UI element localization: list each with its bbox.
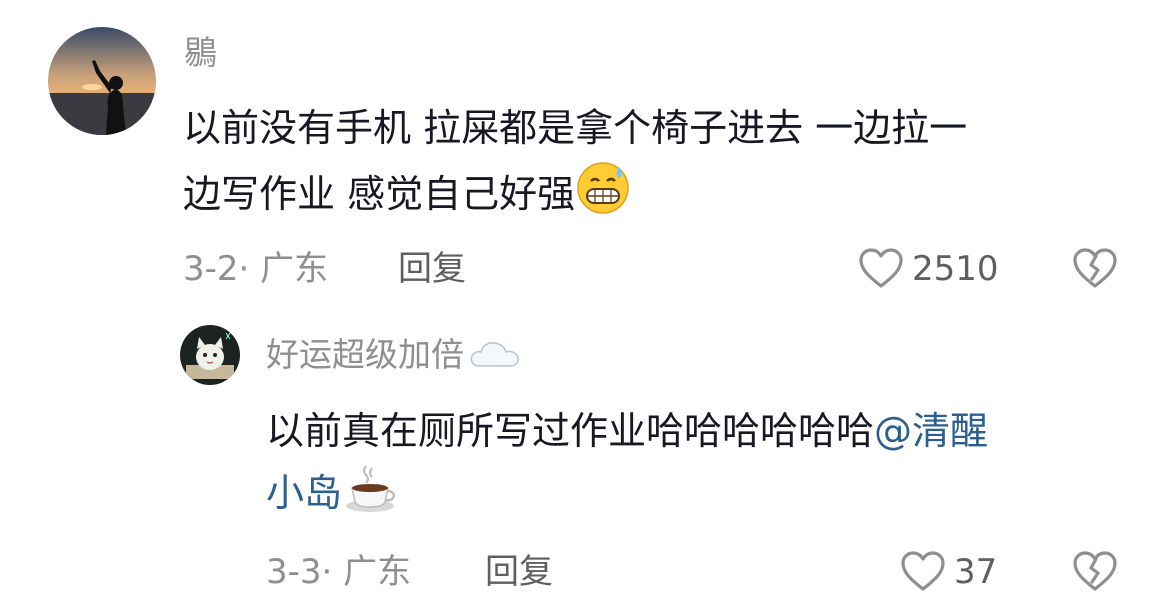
comment-text-line: 以前真在厕所写过作业哈哈哈哈哈哈 [266, 409, 875, 453]
hot-coffee-icon [342, 462, 398, 532]
like-button[interactable]: 2510 [858, 247, 999, 291]
cloud-icon [468, 338, 522, 379]
comment-username-text[interactable]: 好运超级加倍 [266, 335, 464, 374]
comment-text-line: 边写作业 感觉自己好强 [183, 172, 576, 216]
like-count: 37 [954, 552, 998, 592]
mention-link[interactable]: @清醒 [874, 409, 988, 453]
reply-button[interactable]: 回复 [485, 552, 553, 592]
comment-text: 以前真在厕所写过作业哈哈哈哈哈哈@清醒 小岛 [266, 400, 1146, 532]
dislike-button[interactable] [1072, 247, 1118, 291]
comment-username[interactable]: 鶍 [184, 33, 217, 73]
comment-text-line: 以前没有手机 拉屎都是拿个椅子进去 一边拉一 [183, 106, 968, 150]
comment-date-location: 3-3· 广东 [266, 552, 412, 592]
broken-heart-icon [1072, 247, 1118, 291]
mention-link[interactable]: 小岛 [266, 471, 342, 515]
comment-username: 好运超级加倍 [266, 335, 522, 379]
heart-icon [858, 247, 904, 291]
like-count: 2510 [912, 249, 999, 289]
broken-heart-icon [1072, 550, 1118, 594]
comment-date-location: 3-2· 广东 [183, 249, 329, 289]
comment-text: 以前没有手机 拉屎都是拿个椅子进去 一边拉一 边写作业 感觉自己好强 [183, 97, 1143, 233]
grin-sweat-icon [575, 159, 631, 233]
like-button[interactable]: 37 [900, 550, 997, 594]
heart-icon [900, 550, 946, 594]
avatar[interactable] [48, 27, 156, 135]
avatar[interactable] [180, 325, 240, 385]
dislike-button[interactable] [1072, 550, 1118, 594]
comment-thread: 鶍 以前没有手机 拉屎都是拿个椅子进去 一边拉一 边写作业 感觉自己好强 3-2… [0, 0, 1170, 606]
reply-button[interactable]: 回复 [398, 249, 466, 289]
